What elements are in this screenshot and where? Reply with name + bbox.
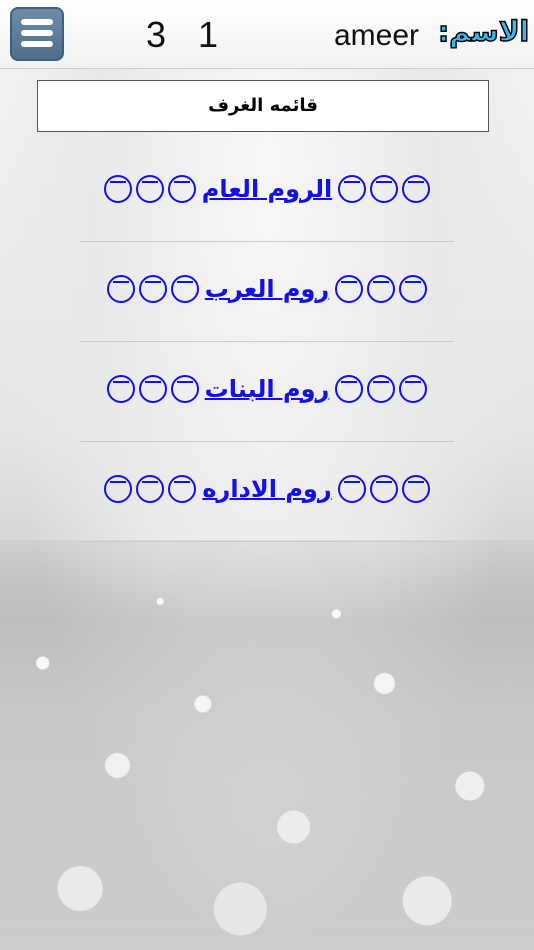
circle-ornament-icon [138, 275, 167, 303]
room-link[interactable]: الروم العام [80, 168, 454, 210]
circle-ornament-icon [338, 175, 367, 203]
circle-ornament-icon [135, 175, 164, 203]
circle-ornament-icon [335, 375, 364, 403]
glitter-background [0, 540, 534, 950]
name-label: الاسم: [437, 14, 530, 49]
circle-ornament-icon [170, 375, 199, 403]
divider [80, 541, 454, 542]
circle-ornament-icon [399, 375, 428, 403]
circle-ornament-icon [103, 175, 132, 203]
hamburger-menu-icon[interactable] [10, 7, 64, 61]
circle-ornament-icon [168, 475, 197, 503]
room-item[interactable]: روم العرب [80, 242, 454, 342]
circle-ornament-icon [367, 275, 396, 303]
circle-ornament-icon [367, 375, 396, 403]
top-bar: 3 1 ameer الاسم: [0, 0, 534, 69]
circle-ornament-icon [370, 175, 399, 203]
room-item[interactable]: روم البنات [80, 342, 454, 442]
circle-ornament-icon [369, 475, 398, 503]
circle-ornament-icon [170, 275, 199, 303]
room-name[interactable]: روم العرب [201, 275, 334, 303]
counter-right: 1 [198, 14, 219, 55]
room-item[interactable]: روم الاداره [80, 442, 454, 542]
room-link[interactable]: روم البنات [80, 368, 454, 410]
room-link[interactable]: روم الاداره [80, 468, 454, 510]
circle-ornament-icon [337, 475, 366, 503]
circle-ornament-icon [335, 275, 364, 303]
room-name[interactable]: الروم العام [198, 175, 336, 203]
circle-ornament-icon [136, 475, 165, 503]
counter-left: 3 [146, 14, 167, 55]
user-name: ameer [334, 19, 420, 52]
room-name[interactable]: روم الاداره [198, 475, 335, 503]
circle-ornament-icon [106, 375, 135, 403]
circle-ornament-icon [138, 375, 167, 403]
circle-ornament-icon [402, 175, 431, 203]
rooms-list-title: قائمه الغرف [37, 80, 489, 132]
circle-ornament-icon [399, 275, 428, 303]
room-link[interactable]: روم العرب [80, 268, 454, 310]
circle-ornament-icon [104, 475, 133, 503]
room-item[interactable]: الروم العام [80, 142, 454, 242]
circle-ornament-icon [106, 275, 135, 303]
room-name[interactable]: روم البنات [201, 375, 334, 403]
circle-ornament-icon [167, 175, 196, 203]
circle-ornament-icon [401, 475, 430, 503]
